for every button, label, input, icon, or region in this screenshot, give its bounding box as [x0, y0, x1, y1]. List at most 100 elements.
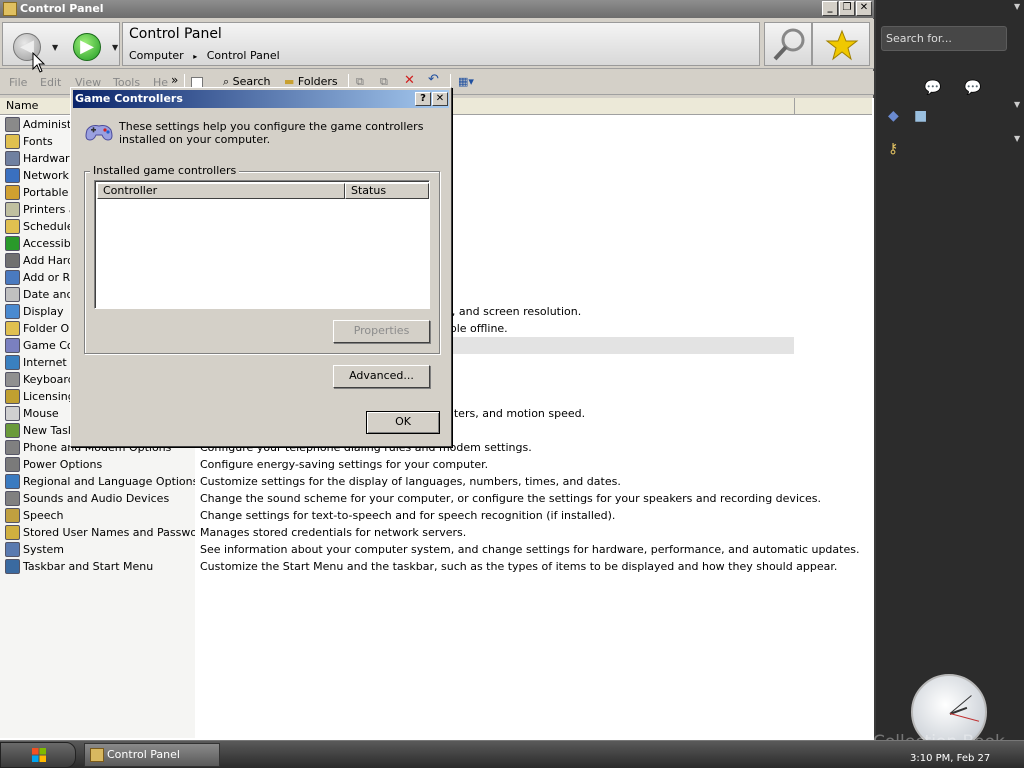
gadget-menu-icon[interactable]: ▼	[1014, 134, 1020, 143]
list-item-description[interactable]: Configure energy-saving settings for you…	[195, 456, 815, 473]
ok-button[interactable]: OK	[366, 411, 440, 434]
list-item-name: Hardware	[23, 152, 77, 165]
list-item-name: New Task	[23, 424, 75, 437]
speech-icon	[5, 508, 20, 523]
list-item-name: Licensing	[23, 390, 75, 403]
favorites-button[interactable]	[812, 22, 870, 66]
list-item[interactable]: Taskbar and Start Menu	[0, 558, 195, 575]
sidebar-search-input[interactable]: Search for...	[881, 26, 1007, 51]
keys-icon[interactable]: ⚷	[888, 141, 898, 157]
chat-bubble-icon[interactable]: 💬	[924, 80, 941, 96]
second-hand	[949, 713, 980, 722]
forward-button[interactable]: ▶	[73, 33, 101, 61]
licensing-icon	[5, 389, 20, 404]
list-item-description[interactable]: See information about your computer syst…	[195, 541, 859, 558]
list-item-description[interactable]: Customize the Start Menu and the taskbar…	[195, 558, 837, 575]
window-titlebar[interactable]: Control Panel _ ❐ ✕	[0, 0, 874, 18]
list-item-description[interactable]: Customize settings for the display of la…	[195, 473, 815, 490]
keyboard-icon	[5, 372, 20, 387]
chat-bubble-icon[interactable]: 💬	[964, 80, 981, 96]
folder-options-icon	[5, 321, 20, 336]
portable-media-icon	[5, 185, 20, 200]
menu-overflow-chevron[interactable]: »	[171, 73, 178, 87]
admin-tools-icon	[5, 117, 20, 132]
undo-icon[interactable]: ↶	[428, 72, 439, 87]
minimize-button[interactable]: _	[822, 1, 838, 16]
taskbar-icon	[5, 559, 20, 574]
app-shortcut-icon[interactable]: ■	[914, 108, 927, 124]
list-item-description[interactable]: Manages stored credentials for network s…	[195, 524, 815, 541]
star-icon	[825, 29, 859, 61]
dialog-titlebar[interactable]: Game Controllers ? ✕	[73, 90, 449, 108]
fonts-folder-icon	[5, 134, 20, 149]
list-item-name: Sounds and Audio Devices	[23, 492, 170, 505]
game-controllers-dialog: Game Controllers ? ✕ These settings help…	[70, 87, 452, 447]
list-item[interactable]: Power Options	[0, 456, 195, 473]
nav-buttons-box: ◀ ▼ ▶ ▼	[2, 22, 120, 66]
list-item[interactable]: System	[0, 541, 195, 558]
list-item-name: Date and	[23, 288, 74, 301]
forward-history-dropdown-icon[interactable]: ▼	[112, 43, 118, 52]
restore-button[interactable]: ❐	[839, 1, 855, 16]
tray-clock[interactable]: 3:10 PM, Feb 27	[910, 753, 990, 764]
breadcrumb-separator-icon: ▸	[193, 52, 198, 61]
list-item-name: System	[23, 543, 65, 556]
list-item-name: Display	[23, 305, 64, 318]
windows-flag-icon	[32, 748, 46, 762]
date-time-icon	[5, 287, 20, 302]
list-item-name: Speech	[23, 509, 64, 522]
column-header-controller[interactable]: Controller	[97, 183, 345, 199]
list-item-name: Accessibil	[23, 237, 77, 250]
gadget-menu-icon[interactable]: ▼	[1014, 2, 1020, 11]
breadcrumb-item-control-panel[interactable]: Control Panel	[207, 49, 280, 62]
list-item[interactable]: Stored User Names and Passwords	[0, 524, 195, 541]
gadget-menu-icon[interactable]: ▼	[1014, 100, 1020, 109]
address-box[interactable]: Control Panel Computer ▸ Control Panel	[122, 22, 760, 66]
start-button[interactable]	[0, 742, 76, 768]
help-button[interactable]: ?	[415, 92, 431, 106]
close-button[interactable]: ✕	[856, 1, 872, 16]
search-button[interactable]	[764, 22, 812, 66]
taskbar: Control Panel 3:10 PM, Feb 27	[0, 740, 1024, 768]
hardware-icon	[5, 151, 20, 166]
views-icon[interactable]: ▦▾	[458, 75, 474, 88]
menu-file[interactable]: File	[9, 76, 27, 89]
new-task-icon	[5, 423, 20, 438]
menu-edit[interactable]: Edit	[40, 76, 61, 89]
power-icon	[5, 457, 20, 472]
taskbar-item-label: Control Panel	[107, 748, 180, 761]
controllers-listview[interactable]: Controller Status	[94, 180, 430, 309]
add-remove-programs-icon	[5, 270, 20, 285]
printer-icon	[5, 202, 20, 217]
accessibility-icon	[5, 236, 20, 251]
list-item-name: Keyboard	[23, 373, 75, 386]
advanced-button[interactable]: Advanced...	[333, 365, 430, 388]
dialog-close-button[interactable]: ✕	[432, 92, 448, 106]
phone-modem-icon	[5, 440, 20, 455]
game-controller-icon	[5, 338, 20, 353]
keys-icon	[5, 525, 20, 540]
back-history-dropdown-icon[interactable]: ▼	[52, 43, 58, 52]
forward-arrow-icon: ▶	[80, 36, 94, 57]
column-header-status[interactable]: Status	[345, 183, 429, 199]
control-panel-icon	[90, 748, 104, 762]
properties-button[interactable]: Properties	[333, 320, 430, 343]
window-title: Control Panel	[20, 2, 104, 15]
globe-icon	[5, 474, 20, 489]
list-item-description[interactable]: Change settings for text-to-speech and f…	[195, 507, 815, 524]
app-shortcut-icon[interactable]: ◆	[888, 108, 899, 124]
delete-icon[interactable]: ✕	[404, 73, 415, 88]
list-item[interactable]: Speech	[0, 507, 195, 524]
list-item-name: Folder Op	[23, 322, 77, 335]
list-item-name: Regional and Language Options	[23, 475, 195, 488]
list-item-description[interactable]: Change the sound scheme for your compute…	[195, 490, 821, 507]
dialog-title: Game Controllers	[75, 92, 183, 105]
add-hardware-icon	[5, 253, 20, 268]
taskbar-item-control-panel[interactable]: Control Panel	[84, 743, 220, 767]
installed-controllers-label: Installed game controllers	[90, 164, 240, 177]
breadcrumb-item-computer[interactable]: Computer	[129, 49, 184, 62]
dialog-description: These settings help you configure the ga…	[119, 120, 424, 146]
list-item-name: Add or Re	[23, 271, 77, 284]
list-item[interactable]: Regional and Language Options	[0, 473, 195, 490]
list-item[interactable]: Sounds and Audio Devices	[0, 490, 195, 507]
